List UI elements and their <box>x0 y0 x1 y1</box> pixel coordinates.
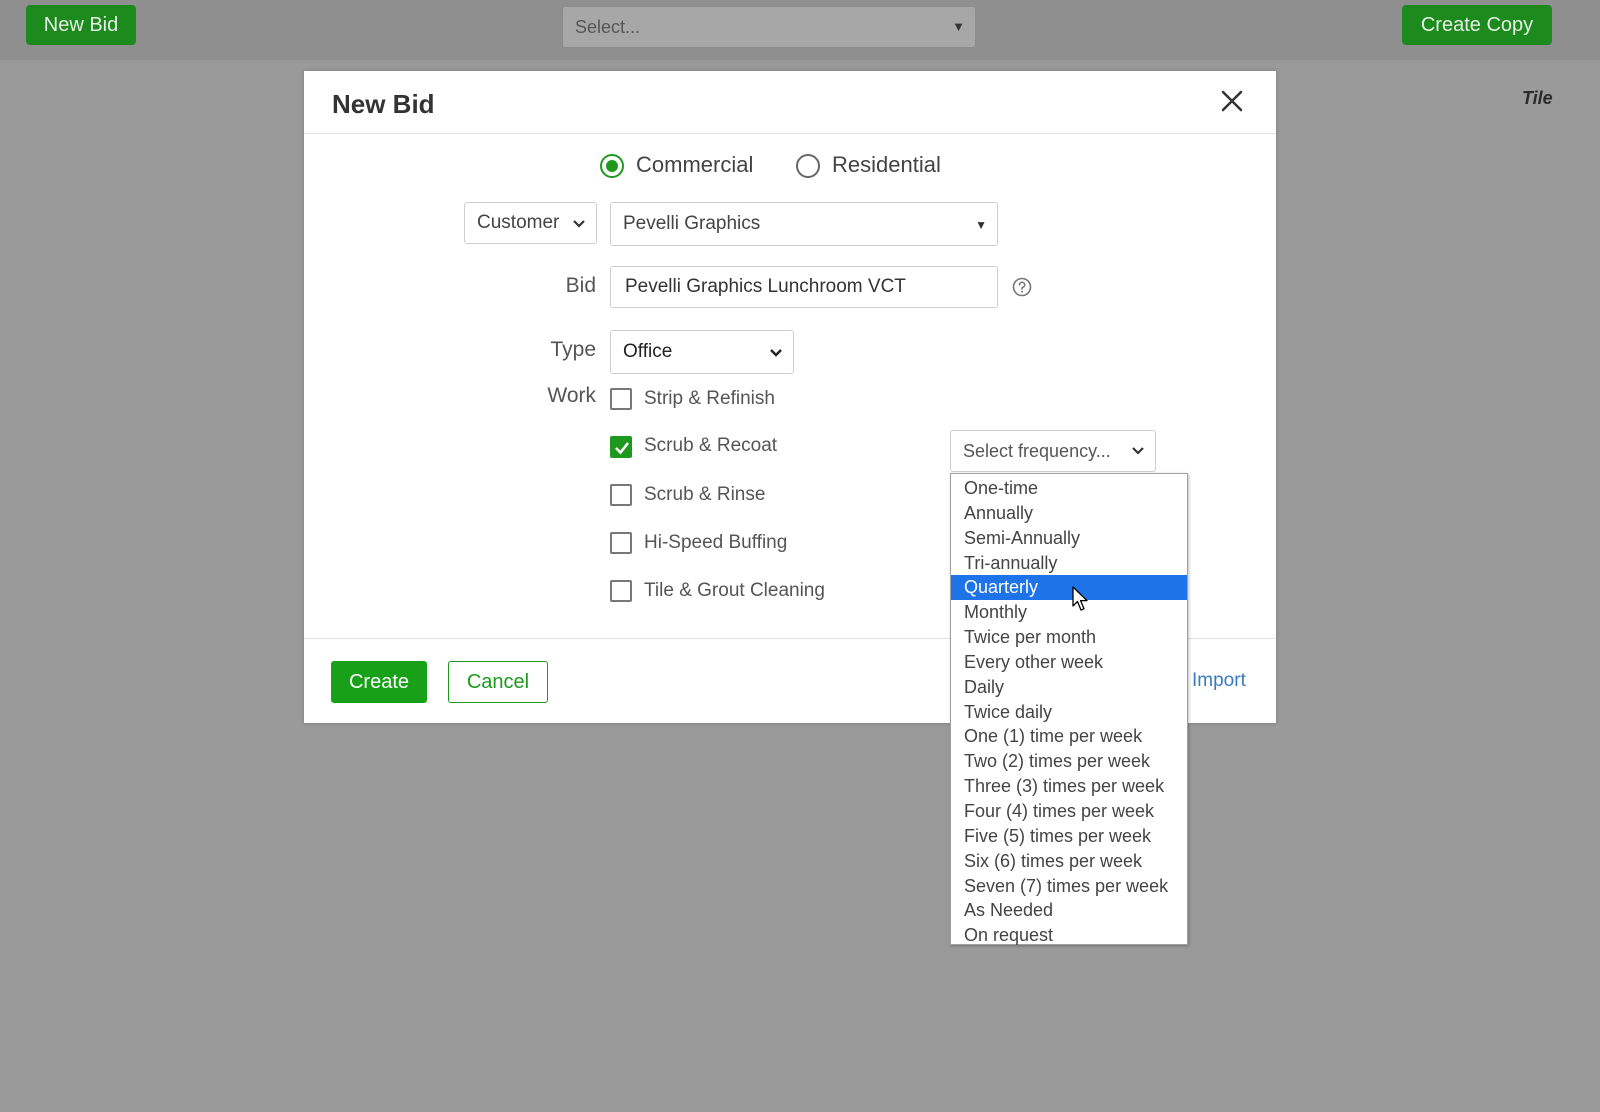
hi-speed-buffing-label[interactable]: Hi-Speed Buffing <box>644 532 787 554</box>
party-type-value: Customer <box>477 212 560 233</box>
frequency-option[interactable]: Two (2) times per week <box>951 749 1187 774</box>
chevron-down-icon <box>1132 447 1144 455</box>
frequency-option[interactable]: Quarterly <box>951 575 1187 601</box>
frequency-option[interactable]: Five (5) times per week <box>951 824 1187 849</box>
bid-name-input[interactable]: Pevelli Graphics Lunchroom VCT <box>610 266 998 308</box>
commercial-radio-label[interactable]: Commercial <box>636 152 753 178</box>
frequency-option[interactable]: Every other week <box>951 650 1187 675</box>
frequency-option[interactable]: Twice per month <box>951 625 1187 650</box>
modal-title: New Bid <box>332 89 435 119</box>
strip-refinish-label[interactable]: Strip & Refinish <box>644 388 775 410</box>
frequency-option[interactable]: Tri-annually <box>951 551 1187 576</box>
frequency-option[interactable]: Annually <box>951 501 1187 526</box>
customer-select[interactable]: Pevelli Graphics ▼ <box>610 202 998 246</box>
frequency-dropdown-list: One-time Annually Semi-Annually Tri-annuall… <box>950 473 1188 945</box>
bid-select-dropdown[interactable]: Select... ▼ <box>562 6 976 48</box>
close-icon[interactable] <box>1220 89 1244 113</box>
bid-name-value: Pevelli Graphics Lunchroom VCT <box>625 276 906 297</box>
cancel-button[interactable]: Cancel <box>448 661 548 703</box>
frequency-option[interactable]: Six (6) times per week <box>951 849 1187 874</box>
checkmark-icon <box>615 442 630 455</box>
frequency-option[interactable]: Daily <box>951 675 1187 700</box>
frequency-option[interactable]: Monthly <box>951 600 1187 625</box>
residential-radio[interactable] <box>796 154 820 178</box>
scrub-rinse-label[interactable]: Scrub & Rinse <box>644 484 765 506</box>
frequency-select[interactable]: Select frequency... <box>950 430 1156 472</box>
bid-label: Bid <box>565 274 596 297</box>
chevron-down-icon <box>770 349 782 357</box>
frequency-option[interactable]: Twice daily <box>951 700 1187 725</box>
new-bid-button[interactable]: New Bid <box>26 5 136 45</box>
caret-down-icon: ▼ <box>975 218 987 232</box>
scrub-rinse-checkbox[interactable] <box>610 484 632 506</box>
hi-speed-buffing-checkbox[interactable] <box>610 532 632 554</box>
caret-down-icon: ▼ <box>952 19 965 34</box>
help-icon[interactable] <box>1012 277 1032 297</box>
chevron-down-icon <box>573 220 585 228</box>
import-link[interactable]: Import <box>1192 670 1246 692</box>
frequency-option[interactable]: Four (4) times per week <box>951 799 1187 824</box>
tile-heading: Tile <box>1522 88 1553 108</box>
tile-grout-cleaning-label[interactable]: Tile & Grout Cleaning <box>644 580 825 602</box>
scrub-recoat-checkbox[interactable] <box>610 436 632 458</box>
tile-grout-cleaning-checkbox[interactable] <box>610 580 632 602</box>
type-value: Office <box>623 341 673 362</box>
strip-refinish-checkbox[interactable] <box>610 388 632 410</box>
scrub-recoat-label[interactable]: Scrub & Recoat <box>644 435 777 457</box>
frequency-option[interactable]: Semi-Annually <box>951 526 1187 551</box>
frequency-option[interactable]: Three (3) times per week <box>951 774 1187 799</box>
frequency-option[interactable]: Seven (7) times per week <box>951 874 1187 899</box>
customer-value: Pevelli Graphics <box>623 213 761 234</box>
type-label: Type <box>550 338 596 361</box>
commercial-radio[interactable] <box>600 154 624 178</box>
work-label: Work <box>547 384 596 407</box>
modal-header: New Bid <box>304 71 1276 134</box>
party-type-select[interactable]: Customer <box>464 202 597 244</box>
frequency-option[interactable]: One (1) time per week <box>951 724 1187 749</box>
create-copy-button[interactable]: Create Copy <box>1402 5 1552 45</box>
frequency-placeholder: Select frequency... <box>963 441 1111 461</box>
type-select[interactable]: Office <box>610 330 794 374</box>
residential-radio-label[interactable]: Residential <box>832 152 941 178</box>
mouse-cursor-icon <box>1072 586 1088 611</box>
frequency-option[interactable]: One-time <box>951 476 1187 501</box>
frequency-option[interactable]: As Needed <box>951 898 1187 923</box>
bid-select-placeholder: Select... <box>575 17 641 37</box>
frequency-option[interactable]: On request <box>951 923 1187 948</box>
create-button[interactable]: Create <box>331 661 427 703</box>
